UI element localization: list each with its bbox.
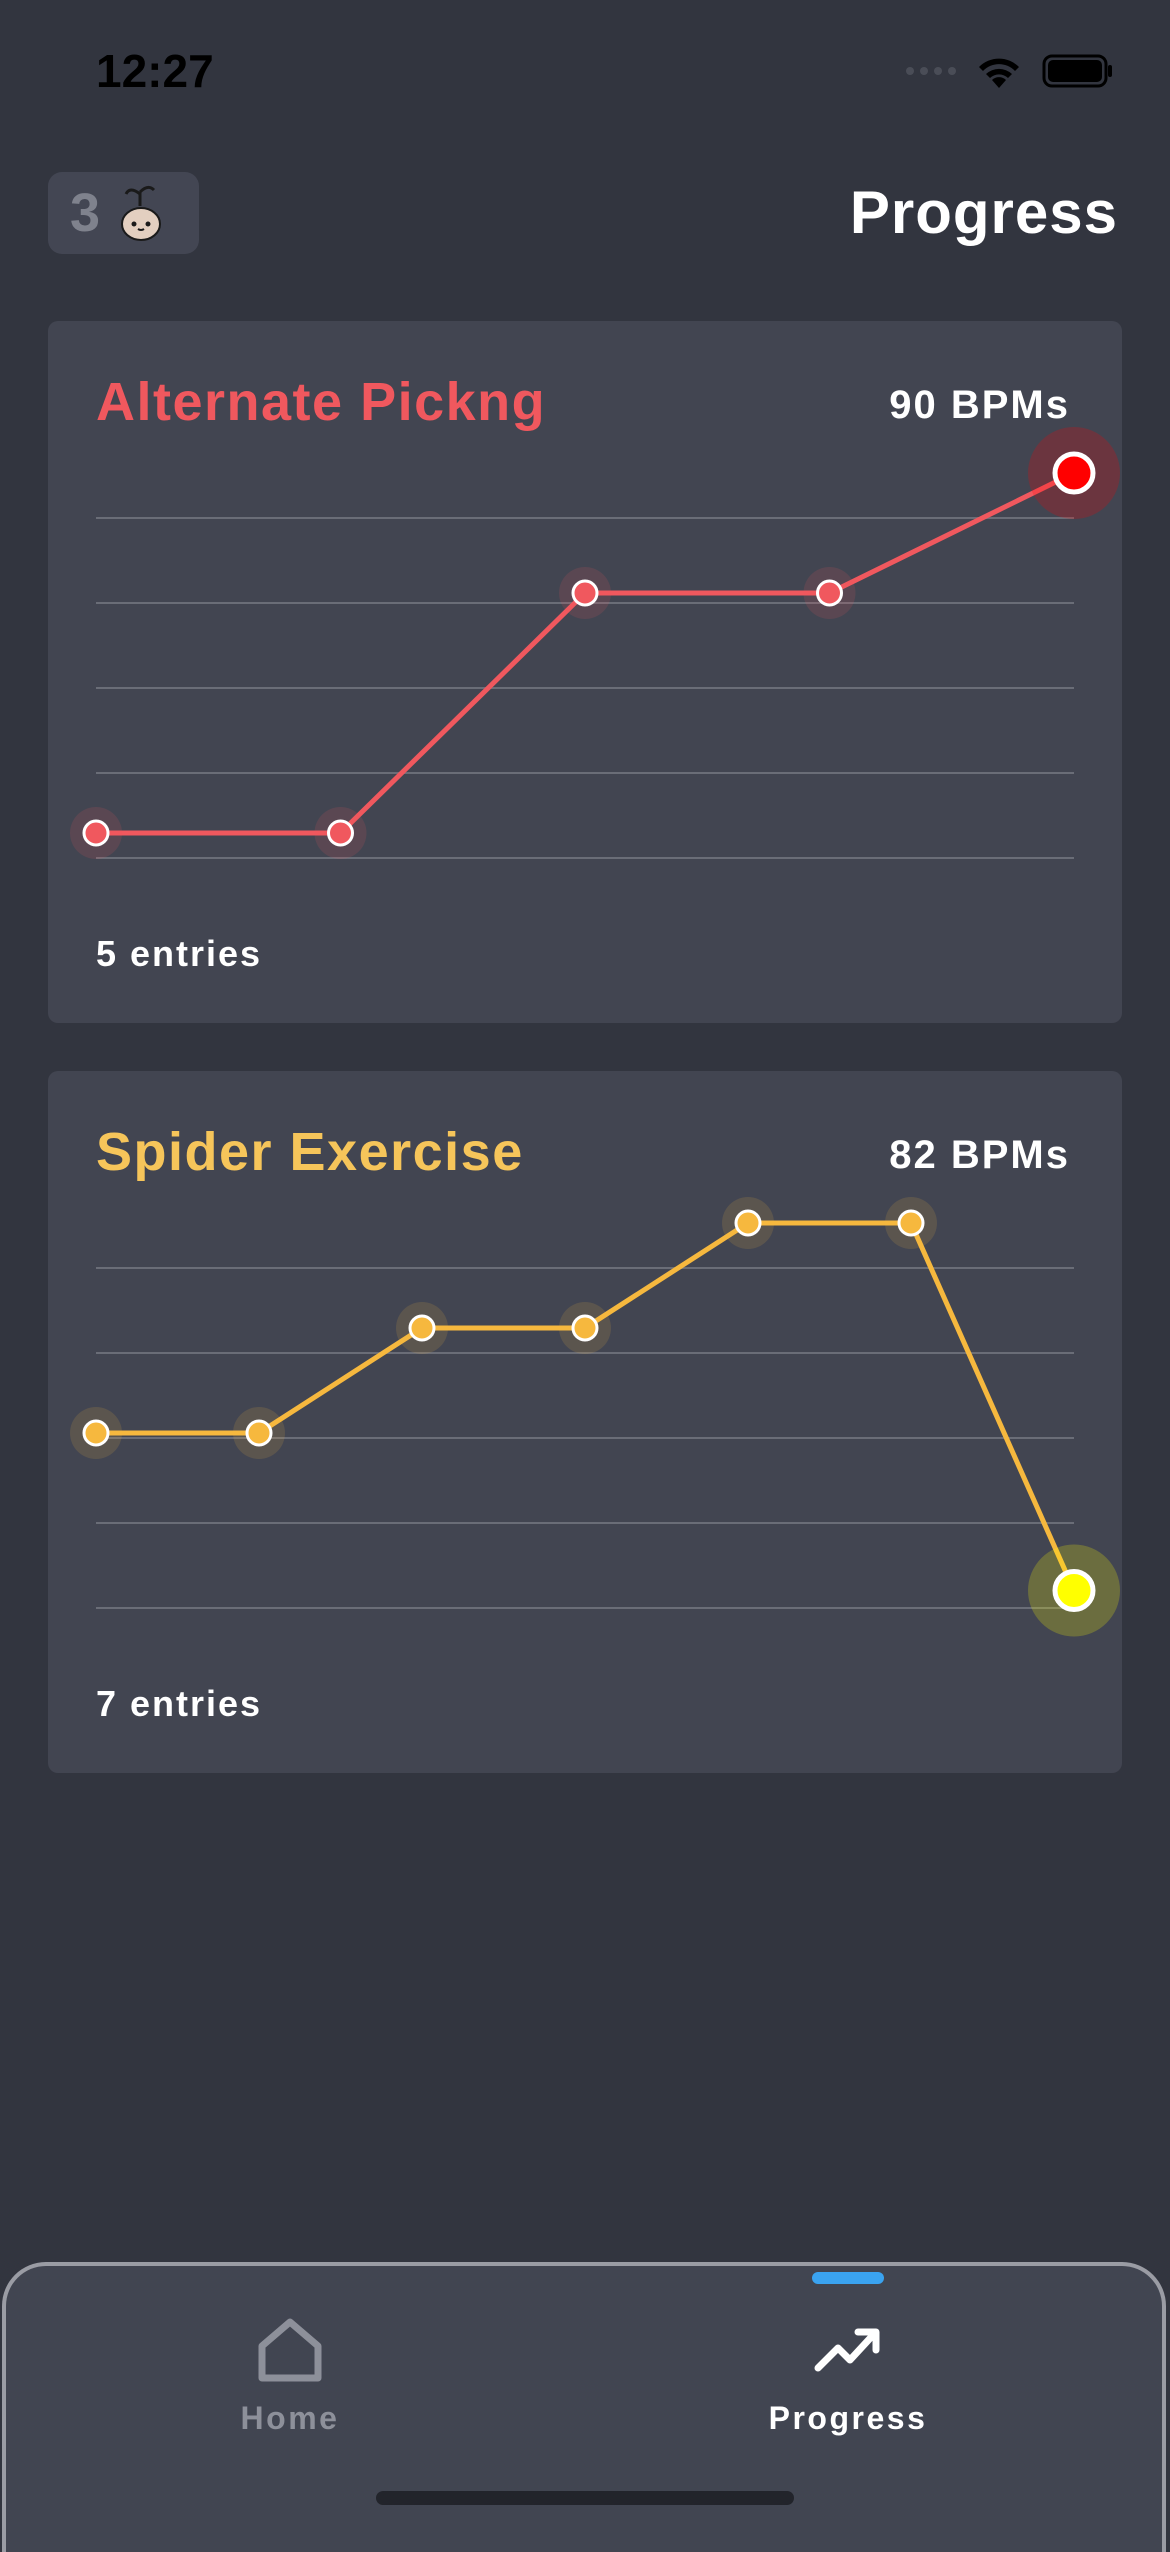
tab-label: Progress <box>768 2400 928 2436</box>
streak-badge[interactable]: 3 <box>48 172 199 254</box>
cellular-signal-icon <box>906 67 956 75</box>
data-point[interactable] <box>327 819 354 847</box>
data-point[interactable] <box>82 819 110 847</box>
streak-count: 3 <box>70 183 101 243</box>
home-indicator <box>376 2491 794 2505</box>
home-icon <box>258 2318 322 2382</box>
sprout-mascot-icon <box>121 185 162 241</box>
status-icons <box>906 52 1114 90</box>
active-tab-indicator <box>812 2272 884 2284</box>
wifi-icon <box>979 58 1019 88</box>
page-title: Progress <box>849 179 1118 246</box>
exercise-card-alternate-picking[interactable]: Alternate Pickng 90 BPMs 5 entries <box>48 321 1122 1023</box>
tab-progress[interactable]: Progress <box>698 2316 998 2437</box>
data-point[interactable] <box>571 579 599 607</box>
battery-icon <box>1042 54 1112 88</box>
data-point[interactable] <box>571 1314 599 1342</box>
data-point[interactable] <box>245 1419 273 1447</box>
latest-data-point[interactable] <box>1052 451 1096 495</box>
tab-bar: Home Progress <box>2 2262 1166 2552</box>
tab-home[interactable]: Home <box>140 2316 440 2437</box>
data-point[interactable] <box>897 1209 925 1237</box>
progress-chart <box>70 1197 1120 1637</box>
status-time: 12:27 <box>96 45 214 97</box>
entries-count: 5 entries <box>96 933 263 974</box>
series-line <box>96 470 1076 836</box>
data-point[interactable] <box>408 1314 436 1342</box>
trending-up-icon <box>814 2328 880 2372</box>
progress-chart <box>70 427 1120 859</box>
data-point[interactable] <box>82 1419 110 1447</box>
tab-label: Home <box>240 2400 340 2436</box>
latest-data-point[interactable] <box>1052 1569 1096 1612</box>
series-line <box>96 1220 1077 1592</box>
exercise-card-spider-exercise[interactable]: Spider Exercise 82 BPMs 7 entries <box>48 1071 1122 1773</box>
data-point[interactable] <box>816 579 843 607</box>
entries-count: 7 entries <box>96 1683 263 1724</box>
data-point[interactable] <box>734 1209 762 1237</box>
